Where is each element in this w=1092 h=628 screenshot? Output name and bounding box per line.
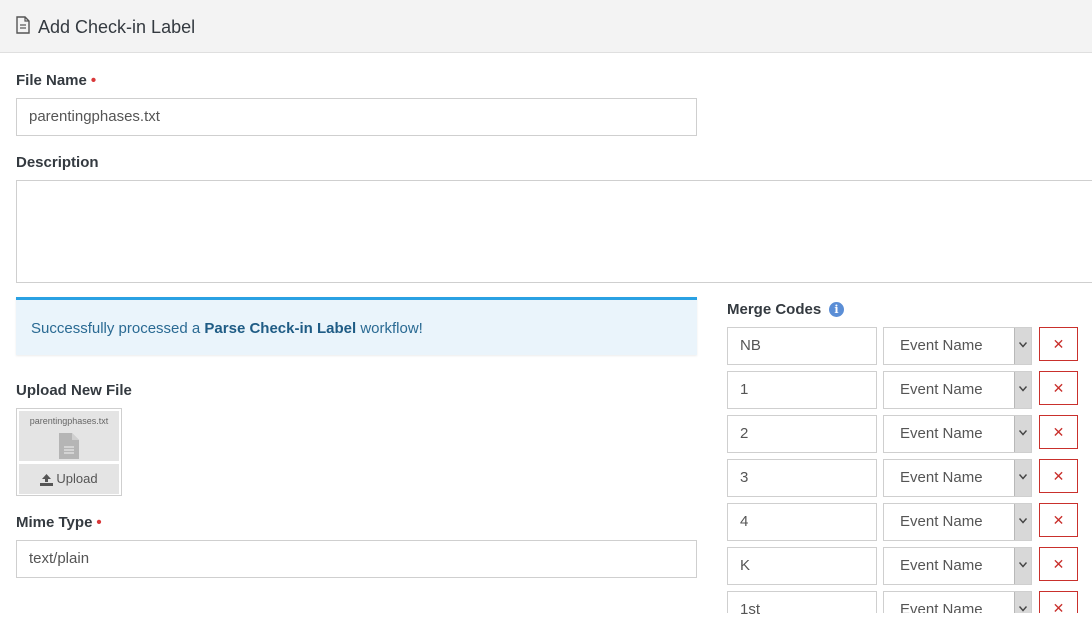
merge-code-key-input[interactable]: K [727, 547, 877, 585]
chevron-down-icon [1014, 460, 1031, 496]
chevron-down-icon [1014, 548, 1031, 584]
select-value: Event Name [900, 557, 983, 574]
alert-workflow-name: Parse Check-in Label [204, 320, 357, 337]
merge-code-key-input[interactable]: 4 [727, 503, 877, 541]
close-icon: ✕ [1052, 600, 1065, 613]
delete-merge-code-button[interactable]: ✕ [1039, 459, 1078, 493]
delete-merge-code-button[interactable]: ✕ [1039, 415, 1078, 449]
required-indicator: • [90, 72, 97, 89]
file-name-input[interactable]: parentingphases.txt [16, 98, 697, 136]
select-value: Event Name [900, 425, 983, 442]
file-icon [59, 433, 79, 459]
select-value: Event Name [900, 337, 983, 354]
delete-merge-code-button[interactable]: ✕ [1039, 327, 1078, 361]
merge-code-key-input[interactable]: NB [727, 327, 877, 365]
close-icon: ✕ [1052, 380, 1065, 396]
page-title: Add Check-in Label [38, 17, 196, 37]
page-header: Add Check-in Label [0, 0, 1092, 53]
file-text-icon [16, 16, 30, 34]
merge-code-field-select[interactable]: Event Name [883, 547, 1032, 585]
close-icon: ✕ [1052, 336, 1065, 352]
close-icon: ✕ [1052, 512, 1065, 528]
chevron-down-icon [1014, 592, 1031, 613]
delete-merge-code-button[interactable]: ✕ [1039, 547, 1078, 581]
chevron-down-icon [1014, 328, 1031, 364]
select-value: Event Name [900, 513, 983, 530]
success-alert: Successfully processed a Parse Check-in … [16, 297, 697, 355]
upload-label: Upload New File [16, 382, 132, 399]
file-uploader: parentingphases.txt Upload [16, 408, 122, 496]
chevron-down-icon [1014, 416, 1031, 452]
merge-code-field-select[interactable]: Event Name [883, 459, 1032, 497]
select-value: Event Name [900, 601, 983, 613]
merge-code-key-input[interactable]: 1st [727, 591, 877, 618]
delete-merge-code-button[interactable]: ✕ [1039, 503, 1078, 537]
chevron-down-icon [1014, 504, 1031, 540]
merge-code-key-input[interactable]: 3 [727, 459, 877, 497]
merge-code-field-select[interactable]: Event Name [883, 591, 1032, 613]
upload-icon [40, 473, 54, 486]
delete-merge-code-button[interactable]: ✕ [1039, 371, 1078, 405]
upload-button[interactable]: Upload [19, 464, 119, 494]
close-icon: ✕ [1052, 468, 1065, 484]
file-name-label: File Name • [16, 72, 96, 90]
alert-suffix: workflow! [356, 320, 423, 337]
description-label: Description [16, 154, 99, 171]
merge-code-field-select[interactable]: Event Name [883, 415, 1032, 453]
info-icon[interactable]: i [829, 302, 844, 317]
mime-type-input[interactable]: text/plain [16, 540, 697, 578]
merge-code-field-select[interactable]: Event Name [883, 503, 1032, 541]
required-indicator: • [96, 514, 102, 531]
preview-filename: parentingphases.txt [29, 416, 109, 426]
file-name-label-text: File Name [16, 72, 87, 89]
close-icon: ✕ [1052, 424, 1065, 440]
merge-code-field-select[interactable]: Event Name [883, 327, 1032, 365]
merge-code-key-input[interactable]: 1 [727, 371, 877, 409]
mime-type-label: Mime Type • [16, 514, 102, 532]
close-icon: ✕ [1052, 556, 1065, 572]
merge-code-field-select[interactable]: Event Name [883, 371, 1032, 409]
merge-codes-label: Merge Codes [727, 301, 822, 318]
description-textarea[interactable] [16, 180, 1092, 283]
mime-type-label-text: Mime Type [16, 514, 93, 531]
upload-button-label: Upload [56, 471, 98, 486]
select-value: Event Name [900, 381, 983, 398]
file-preview[interactable]: parentingphases.txt [19, 411, 119, 461]
alert-prefix: Successfully processed a [31, 320, 205, 337]
select-value: Event Name [900, 469, 983, 486]
chevron-down-icon [1014, 372, 1031, 408]
delete-merge-code-button[interactable]: ✕ [1039, 591, 1078, 613]
merge-code-key-input[interactable]: 2 [727, 415, 877, 453]
